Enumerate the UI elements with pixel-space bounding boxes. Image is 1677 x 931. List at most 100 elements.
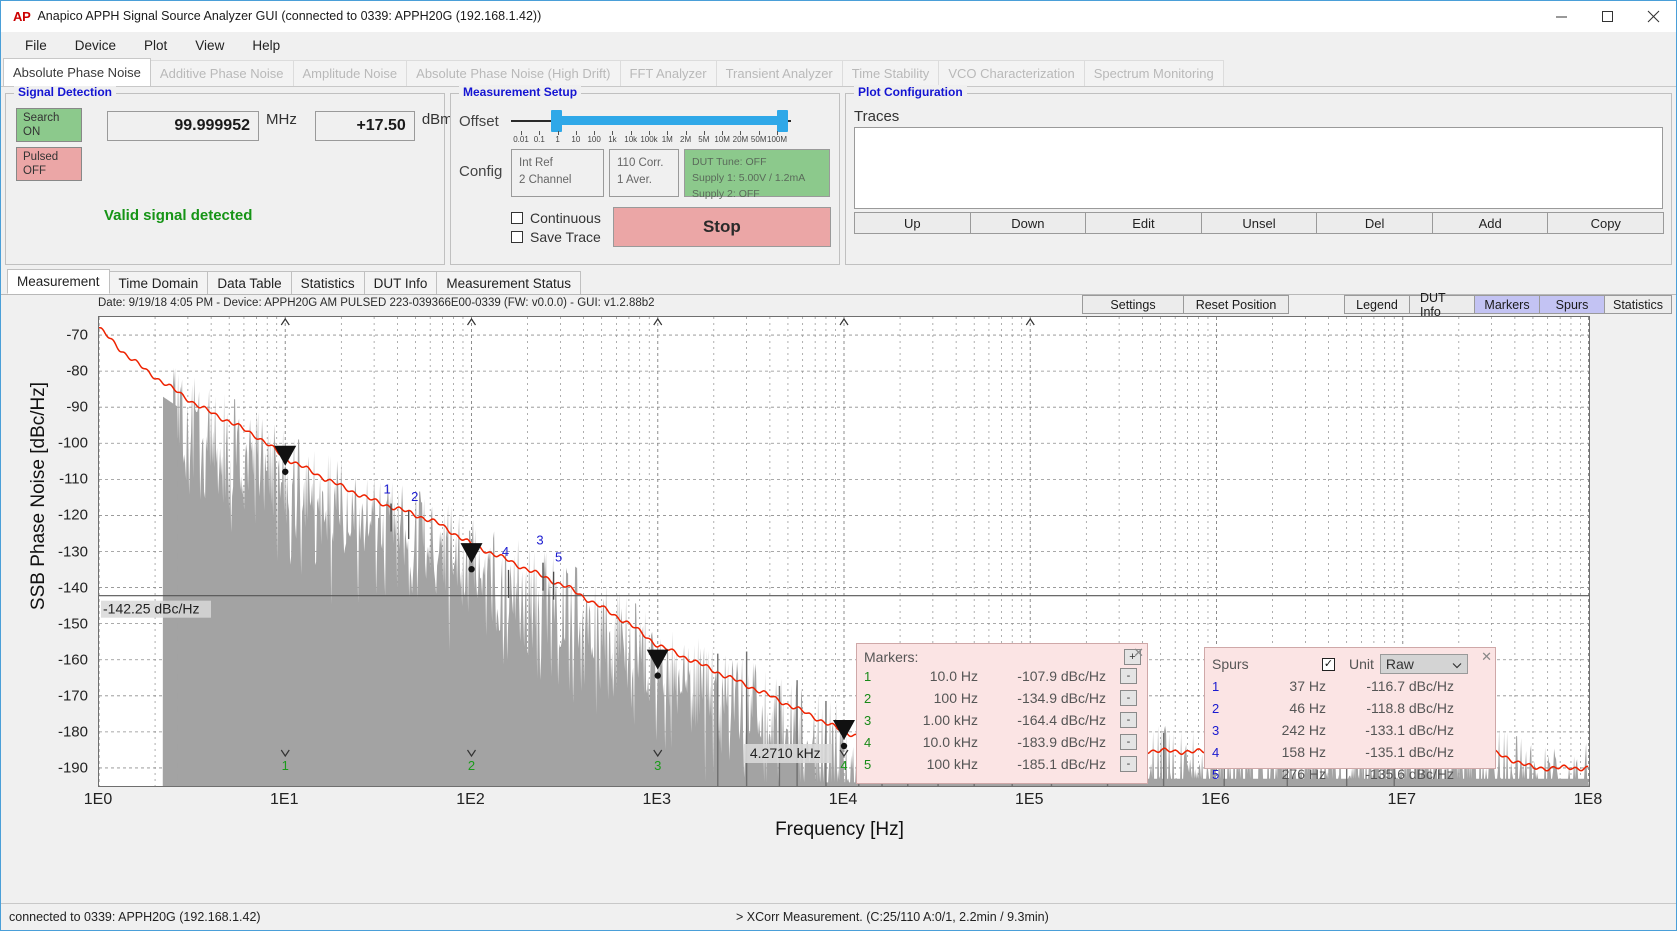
- marker-remove-button[interactable]: -: [1120, 712, 1137, 728]
- slider-tick-label: 5M: [698, 135, 709, 144]
- menu-plot[interactable]: Plot: [130, 35, 181, 56]
- svg-text:4.2710 kHz: 4.2710 kHz: [750, 745, 821, 761]
- marker-remove-button[interactable]: -: [1120, 756, 1137, 772]
- subtab-dut-info[interactable]: DUT Info: [364, 271, 438, 294]
- search-toggle-button[interactable]: Search ON: [16, 108, 82, 142]
- slider-tick-label: 100k: [640, 135, 657, 144]
- frequency-field[interactable]: 99.999952: [107, 111, 259, 141]
- marker-remove-button[interactable]: -: [1120, 734, 1137, 750]
- tab-time-stability[interactable]: Time Stability: [842, 60, 940, 86]
- tab-fft-analyzer[interactable]: FFT Analyzer: [620, 60, 717, 86]
- config-correlation-box[interactable]: 110 Corr. 1 Aver.: [609, 149, 679, 197]
- subtab-measurement-status[interactable]: Measurement Status: [436, 271, 581, 294]
- offset-range-slider[interactable]: 0.010.11101001k10k100k1M2M5M10M20M50M100…: [511, 107, 791, 137]
- x-axis-tick: 1E4: [829, 791, 857, 809]
- dut-tune-line: DUT Tune: OFF: [692, 155, 822, 171]
- save-trace-checkbox[interactable]: [511, 231, 523, 243]
- menu-view[interactable]: View: [181, 35, 238, 56]
- tab-vco-characterization[interactable]: VCO Characterization: [938, 60, 1084, 86]
- list-item[interactable]: 31.00 kHz-164.4 dBc/Hz-: [864, 709, 1141, 731]
- continuous-checkbox-row[interactable]: Continuous: [511, 210, 601, 226]
- trace-up-button[interactable]: Up: [854, 212, 971, 234]
- tab-additive-phase-noise[interactable]: Additive Phase Noise: [150, 60, 294, 86]
- spurs-unit-select[interactable]: Raw: [1380, 654, 1468, 674]
- subtab-data-table[interactable]: Data Table: [207, 271, 291, 294]
- list-item[interactable]: 5276 Hz-135.6 dBc/Hz: [1212, 763, 1489, 785]
- y-axis-tick: -140: [58, 579, 88, 596]
- save-trace-checkbox-row[interactable]: Save Trace: [511, 229, 601, 245]
- config-reference-box[interactable]: Int Ref 2 Channel: [511, 149, 604, 197]
- statistics-toggle[interactable]: Statistics: [1604, 295, 1672, 314]
- continuous-checkbox[interactable]: [511, 212, 523, 224]
- markers-close-icon[interactable]: ✕: [1133, 645, 1144, 661]
- dut-info-toggle[interactable]: DUT Info: [1409, 295, 1475, 314]
- subtab-measurement[interactable]: Measurement: [7, 269, 110, 294]
- slider-thumb-high[interactable]: [777, 110, 788, 132]
- settings-button[interactable]: Settings: [1082, 295, 1184, 314]
- power-field[interactable]: +17.50: [315, 111, 415, 141]
- reset-position-button[interactable]: Reset Position: [1183, 295, 1289, 314]
- marker-remove-button[interactable]: -: [1120, 690, 1137, 706]
- power-unit-label: dBm: [422, 111, 453, 128]
- subtab-statistics[interactable]: Statistics: [291, 271, 365, 294]
- row-value: -164.4 dBc/Hz: [978, 712, 1106, 728]
- list-item[interactable]: 3242 Hz-133.1 dBc/Hz: [1212, 719, 1489, 741]
- title-bar: AP Anapico APPH Signal Source Analyzer G…: [1, 1, 1676, 32]
- trace-unsel-button[interactable]: Unsel: [1201, 212, 1318, 234]
- list-item[interactable]: 410.0 kHz-183.9 dBc/Hz-: [864, 731, 1141, 753]
- traces-list[interactable]: [854, 127, 1663, 209]
- svg-text:1: 1: [383, 482, 390, 497]
- subtab-time-domain[interactable]: Time Domain: [109, 271, 209, 294]
- tab-spectrum-monitoring[interactable]: Spectrum Monitoring: [1084, 60, 1224, 86]
- y-axis-tick: -170: [58, 687, 88, 704]
- y-axis-tick: -130: [58, 543, 88, 560]
- spurs-panel[interactable]: Spurs ✓ Unit Raw ✕ 137 Hz-116.7 dBc/Hz24…: [1204, 647, 1496, 769]
- trace-down-button[interactable]: Down: [970, 212, 1087, 234]
- slider-tick-label: 1k: [608, 135, 616, 144]
- status-measurement-text: > XCorr Measurement. (C:25/110 A:0/1, 2.…: [736, 910, 1049, 924]
- slider-thumb-low[interactable]: [551, 110, 562, 132]
- stop-button[interactable]: Stop: [613, 207, 831, 247]
- tab-transient-analyzer[interactable]: Transient Analyzer: [716, 60, 843, 86]
- menu-device[interactable]: Device: [61, 35, 130, 56]
- supply1-line: Supply 1: 5.00V / 1.2mA: [692, 171, 822, 187]
- minimize-icon[interactable]: [1538, 1, 1584, 32]
- tab-amplitude-noise[interactable]: Amplitude Noise: [293, 60, 408, 86]
- y-axis-tick: -80: [66, 363, 88, 380]
- plot-header-text: Date: 9/19/18 4:05 PM - Device: APPH20G …: [98, 297, 655, 309]
- list-item[interactable]: 2100 Hz-134.9 dBc/Hz-: [864, 687, 1141, 709]
- traces-label: Traces: [846, 104, 1671, 127]
- trace-copy-button[interactable]: Copy: [1547, 212, 1664, 234]
- spurs-toggle[interactable]: Spurs: [1539, 295, 1605, 314]
- pulsed-toggle-button[interactable]: Pulsed OFF: [16, 147, 82, 181]
- svg-text:2: 2: [411, 489, 418, 504]
- tab-absolute-phase-noise[interactable]: Absolute Phase Noise: [3, 58, 151, 86]
- menu-help[interactable]: Help: [238, 35, 294, 56]
- legend-toggle[interactable]: Legend: [1344, 295, 1410, 314]
- list-item[interactable]: 110.0 Hz-107.9 dBc/Hz-: [864, 665, 1141, 687]
- config-dut-supply-box[interactable]: DUT Tune: OFF Supply 1: 5.00V / 1.2mA Su…: [684, 149, 830, 197]
- tab-absolute-phase-noise-high-drift[interactable]: Absolute Phase Noise (High Drift): [406, 60, 620, 86]
- list-item[interactable]: 4158 Hz-135.1 dBc/Hz: [1212, 741, 1489, 763]
- slider-tick-label: 1: [555, 135, 559, 144]
- markers-panel[interactable]: Markers: + ✕ 110.0 Hz-107.9 dBc/Hz-2100 …: [856, 643, 1148, 784]
- svg-text:1: 1: [282, 758, 289, 773]
- y-axis-tick: -190: [58, 759, 88, 776]
- x-axis-tick: 1E3: [643, 791, 671, 809]
- offset-label: Offset: [459, 107, 511, 130]
- spurs-enable-checkbox[interactable]: ✓: [1322, 658, 1335, 671]
- list-item[interactable]: 137 Hz-116.7 dBc/Hz: [1212, 675, 1489, 697]
- y-axis-tick: -180: [58, 723, 88, 740]
- trace-del-button[interactable]: Del: [1316, 212, 1433, 234]
- menu-file[interactable]: File: [11, 35, 61, 56]
- trace-add-button[interactable]: Add: [1432, 212, 1549, 234]
- list-item[interactable]: 246 Hz-118.8 dBc/Hz: [1212, 697, 1489, 719]
- trace-edit-button[interactable]: Edit: [1085, 212, 1202, 234]
- spurs-close-icon[interactable]: ✕: [1481, 649, 1492, 665]
- row-index: 1: [864, 669, 886, 684]
- marker-remove-button[interactable]: -: [1120, 668, 1137, 684]
- markers-toggle[interactable]: Markers: [1474, 295, 1540, 314]
- close-icon[interactable]: [1630, 1, 1676, 32]
- list-item[interactable]: 5100 kHz-185.1 dBc/Hz-: [864, 753, 1141, 775]
- maximize-icon[interactable]: [1584, 1, 1630, 32]
